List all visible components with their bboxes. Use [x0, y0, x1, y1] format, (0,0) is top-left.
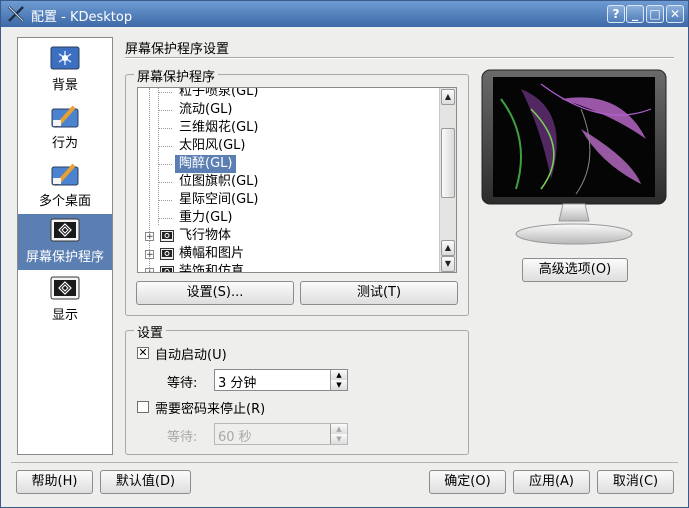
close-icon[interactable]: ✕: [666, 5, 684, 23]
footer-divider: [11, 462, 678, 463]
sidebar-item-background[interactable]: 背景: [18, 42, 112, 98]
tree-guide: [149, 88, 150, 272]
auto-start-label[interactable]: 自动启动(U): [155, 344, 227, 363]
tree-guide: [158, 218, 172, 219]
tree-item[interactable]: 流动(GL): [179, 101, 232, 119]
screensaver-icon: [50, 218, 80, 242]
display-icon: [50, 276, 80, 300]
setup-button[interactable]: 设置(S)...: [136, 281, 294, 305]
sidebar-item-label: 多个桌面: [38, 194, 91, 209]
tree-category[interactable]: 飞行物体: [179, 227, 231, 245]
expand-icon[interactable]: +: [145, 232, 154, 242]
tree-guide: [158, 110, 172, 111]
defaults-button[interactable]: 默认值(D): [100, 470, 191, 494]
tree-category[interactable]: 横幅和图片: [179, 245, 244, 263]
page-title: 屏幕保护程序设置: [125, 42, 230, 57]
password-wait-label: 等待:: [167, 430, 198, 445]
sidebar-item-behavior[interactable]: 行为: [18, 100, 112, 156]
screensaver-icon: [160, 230, 174, 242]
sidebar-item-label: 背景: [51, 78, 78, 93]
tree-scrollbar[interactable]: ▲ ▲ ▼: [439, 88, 456, 272]
sidebar-item-label: 显示: [51, 308, 78, 323]
tree-guide: [158, 200, 172, 201]
sidebar-item-screensaver[interactable]: 屏幕保护程序: [18, 214, 112, 270]
maximize-icon[interactable]: □: [646, 5, 664, 23]
help-button[interactable]: 帮助(H): [16, 470, 93, 494]
scroll-up-icon[interactable]: ▲: [441, 89, 455, 105]
help-icon[interactable]: ?: [607, 5, 625, 23]
expand-icon[interactable]: +: [145, 268, 154, 272]
sidebar-item-label: 行为: [51, 136, 78, 151]
sidebar-item-display[interactable]: 显示: [18, 272, 112, 328]
sidebar: 背景 行为 多个桌面 屏幕保护程序 显示: [17, 37, 113, 455]
require-password-checkbox[interactable]: [137, 401, 149, 413]
preview-monitor: [481, 69, 667, 245]
scroll-up-icon[interactable]: ▲: [441, 240, 455, 256]
screensaver-icon: [160, 248, 174, 260]
sidebar-item-multiple-desktops[interactable]: 多个桌面: [18, 158, 112, 214]
screensaver-tree[interactable]: 粒子喷泉(GL) 流动(GL) 三维烟花(GL) 太阳风(GL) 陶醉(GL) …: [137, 87, 457, 273]
tree-item[interactable]: 太阳风(GL): [179, 137, 245, 155]
sidebar-item-label: 屏幕保护程序: [25, 250, 104, 265]
screensaver-group-label: 屏幕保护程序: [134, 66, 219, 85]
advanced-options-button[interactable]: 高级选项(O): [522, 258, 628, 282]
tree-item[interactable]: 粒子喷泉(GL): [179, 88, 258, 101]
title-bar[interactable]: 配置 - KDesktop ? _ □ ✕: [1, 1, 688, 27]
require-password-label[interactable]: 需要密码来停止(R): [155, 398, 265, 417]
cancel-button[interactable]: 取消(C): [597, 470, 674, 494]
minimize-icon[interactable]: _: [626, 5, 644, 23]
wait-value[interactable]: 3 分钟: [218, 372, 256, 391]
background-icon: [50, 46, 80, 70]
window-title: 配置 - KDesktop: [31, 10, 133, 25]
screensaver-icon: [160, 266, 174, 272]
tree-guide: [158, 92, 172, 93]
tree-guide: [158, 146, 172, 147]
wait-spinbox[interactable]: 3 分钟 ▲ ▼: [214, 369, 348, 391]
password-wait-value[interactable]: 60 秒: [218, 426, 252, 445]
tree-category[interactable]: 装饰和仿真: [179, 263, 244, 272]
auto-start-checkbox[interactable]: ✕: [137, 347, 149, 359]
tree-item-selected[interactable]: 陶醉(GL): [175, 155, 237, 173]
tree-item[interactable]: 三维烟花(GL): [179, 119, 258, 137]
tree-item[interactable]: 星际空间(GL): [179, 191, 258, 209]
ok-button[interactable]: 确定(O): [429, 470, 506, 494]
expand-icon[interactable]: +: [145, 250, 154, 260]
decrement-icon[interactable]: ▼: [330, 380, 347, 390]
config-dialog: 配置 - KDesktop ? _ □ ✕ 背景 行为 多个桌面 屏幕保护程序 …: [0, 0, 689, 508]
apply-button[interactable]: 应用(A): [513, 470, 590, 494]
test-button[interactable]: 测试(T): [300, 281, 458, 305]
multiple-desktops-icon: [51, 163, 79, 186]
decrement-icon[interactable]: ▼: [330, 434, 347, 444]
wait-label: 等待:: [167, 376, 198, 391]
tree-guide: [158, 128, 172, 129]
tree-guide: [158, 88, 159, 225]
tree-guide: [158, 164, 172, 165]
scroll-down-icon[interactable]: ▼: [441, 256, 455, 272]
tree-guide: [158, 182, 172, 183]
header-divider: [125, 57, 674, 59]
app-icon: [8, 6, 24, 22]
scrollbar-thumb[interactable]: [441, 128, 455, 198]
password-wait-spinbox[interactable]: 60 秒 ▲ ▼: [214, 423, 348, 445]
tree-item[interactable]: 重力(GL): [179, 209, 232, 227]
behavior-icon: [51, 105, 79, 128]
tree-item[interactable]: 位图旗帜(GL): [179, 173, 258, 191]
settings-group-label: 设置: [134, 322, 167, 341]
